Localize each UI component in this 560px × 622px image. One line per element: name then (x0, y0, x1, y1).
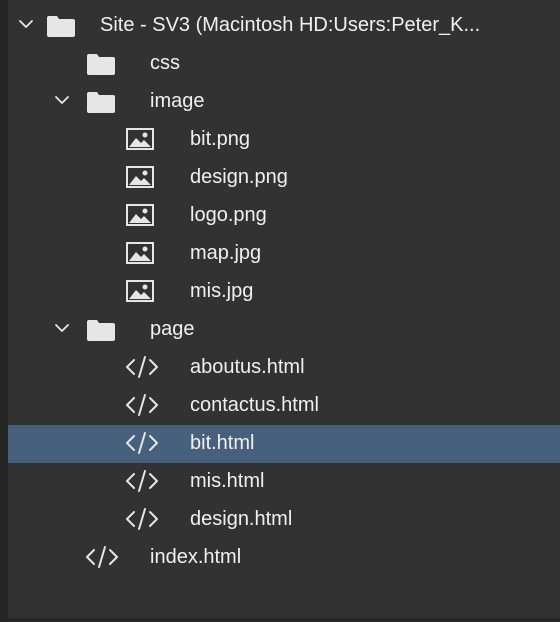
tree-item-file[interactable]: bit.png (8, 121, 560, 159)
chevron-down-icon[interactable] (54, 92, 70, 108)
chevron-down-icon[interactable] (54, 320, 70, 336)
tree-item-label: design.html (190, 508, 293, 530)
tree-item-label: design.png (190, 166, 288, 188)
tree-item-file[interactable]: map.jpg (8, 235, 560, 273)
tree-item-file[interactable]: contactus.html (8, 387, 560, 425)
tree-item-file[interactable]: design.png (8, 159, 560, 197)
image-file-icon (126, 166, 154, 188)
image-file-icon (126, 204, 154, 226)
tree-item-label: mis.jpg (190, 280, 254, 302)
folder-icon (47, 16, 75, 37)
code-file-icon (126, 356, 158, 378)
tree-item-folder-css[interactable]: css (8, 45, 560, 83)
code-file-icon (126, 508, 158, 530)
code-file-icon (86, 546, 118, 568)
tree-item-file[interactable]: aboutus.html (8, 349, 560, 387)
file-tree: Site - SV3 (Macintosh HD:Users:Peter_K..… (8, 7, 560, 577)
tree-item-file-selected[interactable]: bit.html (8, 425, 560, 463)
tree-item-label: page (150, 318, 195, 340)
image-file-icon (126, 242, 154, 264)
tree-item-file-index[interactable]: index.html (8, 539, 560, 577)
image-file-icon (126, 280, 154, 302)
image-file-icon (126, 128, 154, 150)
tree-item-label: index.html (150, 546, 242, 568)
tree-item-label: bit.png (190, 128, 251, 150)
folder-icon (87, 54, 115, 75)
code-file-icon (126, 394, 158, 416)
tree-item-label: map.jpg (190, 242, 262, 264)
panel-bottom-border (0, 618, 560, 622)
tree-item-label: image (150, 90, 205, 112)
folder-icon (87, 320, 115, 341)
tree-item-label: aboutus.html (190, 356, 305, 378)
tree-item-label: css (150, 52, 180, 74)
code-file-icon (126, 470, 158, 492)
tree-item-folder-page[interactable]: page (8, 311, 560, 349)
tree-item-file[interactable]: logo.png (8, 197, 560, 235)
code-file-icon (126, 432, 158, 454)
tree-item-file[interactable]: mis.html (8, 463, 560, 501)
tree-item-label: logo.png (190, 204, 267, 226)
tree-item-file[interactable]: design.html (8, 501, 560, 539)
tree-item-site-root[interactable]: Site - SV3 (Macintosh HD:Users:Peter_K..… (8, 7, 560, 45)
folder-icon (87, 92, 115, 113)
tree-item-label: bit.html (190, 432, 255, 454)
chevron-down-icon[interactable] (18, 16, 34, 32)
tree-item-label: Site - SV3 (Macintosh HD:Users:Peter_K..… (100, 14, 481, 36)
panel-left-border (0, 0, 8, 622)
tree-item-file[interactable]: mis.jpg (8, 273, 560, 311)
tree-item-folder-image[interactable]: image (8, 83, 560, 121)
tree-item-label: contactus.html (190, 394, 319, 416)
tree-item-label: mis.html (190, 470, 265, 492)
